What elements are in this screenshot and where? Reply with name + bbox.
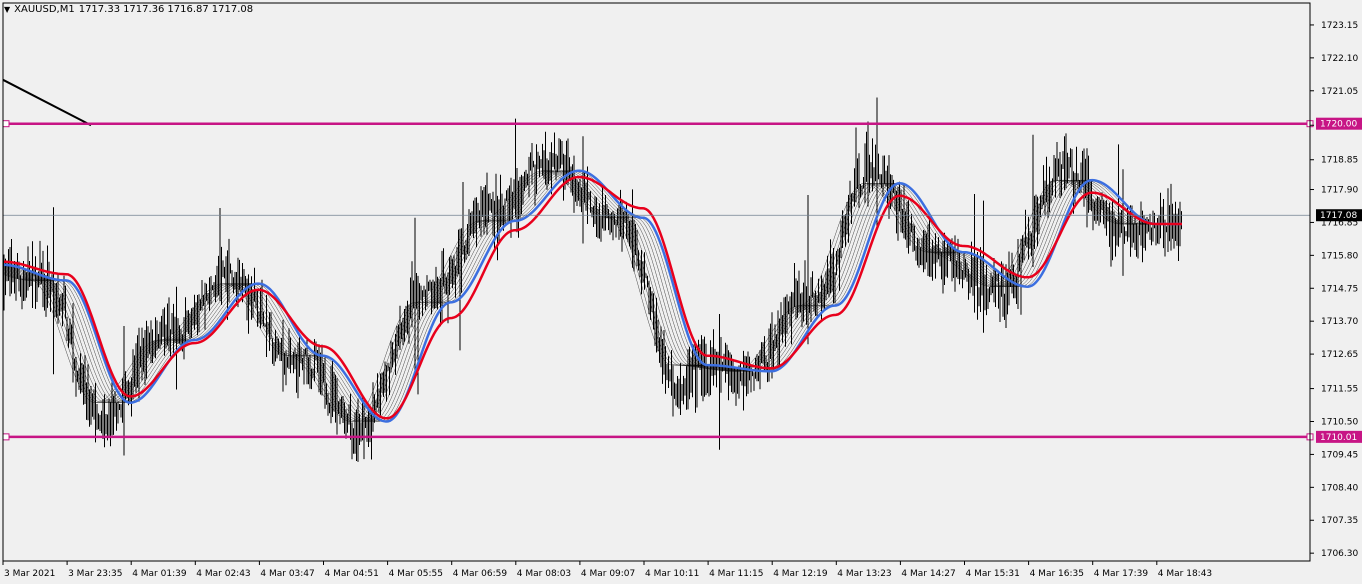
x-tick-label: 3 Mar 23:35 xyxy=(68,569,122,579)
x-tick-label: 4 Mar 17:39 xyxy=(1094,569,1149,579)
y-tick-label: 1706.30 xyxy=(1321,549,1358,559)
x-tick-label: 4 Mar 04:51 xyxy=(325,569,379,579)
y-tick-label: 1717.90 xyxy=(1321,186,1358,196)
x-tick-label: 3 Mar 2021 xyxy=(4,569,55,579)
plot-border xyxy=(2,2,1311,562)
y-tick-label: 1710.50 xyxy=(1321,418,1358,428)
x-tick-label: 4 Mar 03:47 xyxy=(260,569,314,579)
y-tick-label: 1723.15 xyxy=(1321,21,1358,31)
price-chart[interactable]: 1723.151722.101721.051719.951718.851717.… xyxy=(0,0,1362,584)
chart-frame xyxy=(2,2,1311,562)
x-tick-label: 4 Mar 06:59 xyxy=(453,569,508,579)
x-tick-label: 4 Mar 14:27 xyxy=(901,569,955,579)
trendline xyxy=(2,78,92,127)
level-handle-left-0 xyxy=(2,120,10,128)
ribbon-line-9 xyxy=(3,170,1180,422)
y-tick-label: 1713.70 xyxy=(1321,317,1358,327)
y-tick-label: 1707.35 xyxy=(1321,516,1358,526)
x-tick-label: 4 Mar 18:43 xyxy=(1158,569,1212,579)
x-tick-label: 4 Mar 09:07 xyxy=(581,569,635,579)
level-handle-left-1 xyxy=(2,433,10,441)
y-tick-label: 1722.10 xyxy=(1321,54,1358,64)
current-price-tag-label: 1717.08 xyxy=(1320,211,1357,221)
y-tick-label: 1711.55 xyxy=(1321,385,1358,395)
ribbon-layer xyxy=(3,170,1180,422)
level-price-tag-1-label: 1710.01 xyxy=(1320,433,1357,443)
time-axis: 3 Mar 2021 3 Mar 23:35 4 Mar 01:39 4 Mar 02… xyxy=(2,561,1212,579)
x-tick-label: 4 Mar 01:39 xyxy=(132,569,187,579)
x-tick-label: 4 Mar 05:55 xyxy=(389,569,443,579)
x-tick-label: 4 Mar 13:23 xyxy=(837,569,891,579)
y-tick-label: 1715.80 xyxy=(1321,251,1358,261)
y-tick-label: 1712.65 xyxy=(1321,350,1358,360)
x-tick-label: 4 Mar 11:15 xyxy=(709,569,763,579)
x-tick-label: 4 Mar 15:31 xyxy=(966,569,1020,579)
levels-layer xyxy=(2,78,1314,441)
x-tick-label: 4 Mar 12:19 xyxy=(773,569,828,579)
x-tick-label: 4 Mar 10:11 xyxy=(645,569,699,579)
price-axis: 1723.151722.101721.051719.951718.851717.… xyxy=(1310,21,1362,559)
y-tick-label: 1718.85 xyxy=(1321,156,1358,166)
x-tick-label: 4 Mar 08:03 xyxy=(517,569,571,579)
level-price-tag-0-label: 1720.00 xyxy=(1320,120,1357,130)
y-tick-label: 1714.75 xyxy=(1321,284,1358,294)
y-tick-label: 1721.05 xyxy=(1321,87,1358,97)
y-tick-label: 1709.45 xyxy=(1321,450,1358,460)
y-tick-label: 1708.40 xyxy=(1321,483,1358,493)
x-tick-label: 4 Mar 16:35 xyxy=(1030,569,1084,579)
x-tick-label: 4 Mar 02:43 xyxy=(196,569,250,579)
